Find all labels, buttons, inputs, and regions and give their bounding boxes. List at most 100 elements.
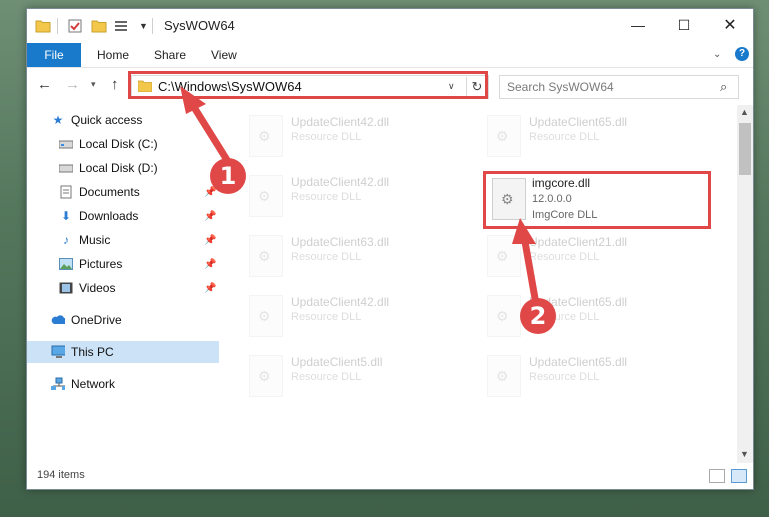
sidebar-item-documents[interactable]: Documents 📌	[27, 181, 219, 203]
sidebar-item-pictures[interactable]: Pictures 📌	[27, 253, 219, 275]
tab-view[interactable]: View	[199, 43, 249, 67]
folder-icon[interactable]	[35, 18, 51, 34]
file-description: Resource DLL	[291, 371, 362, 383]
file-name: UpdateClient42.dll	[291, 175, 390, 189]
minimize-button[interactable]: —	[615, 9, 661, 41]
sidebar-item-label: Downloads	[79, 209, 139, 223]
pin-icon[interactable]: 📌	[204, 283, 216, 294]
videos-icon	[59, 281, 73, 295]
sidebar-item-label: Pictures	[79, 257, 123, 271]
file-name: UpdateClient63.dll	[291, 235, 390, 249]
file-description: Resource DLL	[529, 131, 600, 143]
scroll-down-icon[interactable]: ▼	[740, 449, 749, 459]
customize-toolbar-icon[interactable]	[113, 18, 129, 34]
address-highlight-box	[128, 71, 488, 99]
status-bar: 194 items	[27, 463, 753, 489]
window-title: SysWOW64	[164, 18, 235, 33]
dll-file-icon	[249, 175, 283, 217]
dll-file-icon	[249, 235, 283, 277]
cloud-icon	[51, 313, 65, 327]
documents-icon	[59, 185, 73, 199]
file-description: ImgCore DLL	[532, 209, 598, 221]
sidebar-item-label: Local Disk (D:)	[79, 161, 158, 175]
file-tile[interactable]: UpdateClient42.dll Resource DLL	[249, 111, 479, 163]
step-2-marker: 2	[520, 298, 556, 334]
vertical-scrollbar[interactable]: ▲ ▼	[737, 105, 753, 463]
computer-icon	[51, 345, 65, 359]
recent-locations-icon[interactable]: ▾	[91, 79, 96, 90]
file-tile[interactable]: UpdateClient5.dll Resource DLL	[249, 351, 479, 403]
dll-file-icon	[487, 115, 521, 157]
ribbon-tabs: File Home Share View ⌄ ?	[27, 43, 753, 68]
large-icons-view-icon[interactable]	[731, 469, 747, 483]
dll-file-icon	[249, 355, 283, 397]
pictures-icon	[59, 257, 73, 271]
sidebar-item-local-disk-d[interactable]: Local Disk (D:)	[27, 157, 219, 179]
tab-home[interactable]: Home	[85, 43, 141, 67]
sidebar-item-label: Local Disk (C:)	[79, 137, 158, 151]
sidebar-item-label: This PC	[71, 345, 114, 359]
sidebar-item-videos[interactable]: Videos 📌	[27, 277, 219, 299]
sidebar-item-local-disk-c[interactable]: Local Disk (C:)	[27, 133, 219, 155]
step-1-marker: 1	[210, 158, 246, 194]
pin-icon[interactable]: 📌	[204, 211, 216, 222]
file-name: UpdateClient21.dll	[529, 235, 628, 249]
star-icon: ★	[52, 113, 64, 127]
search-icon[interactable]: ⌕	[720, 79, 727, 95]
sidebar-item-music[interactable]: ♪ Music 📌	[27, 229, 219, 251]
search-box[interactable]: Search SysWOW64 ⌕	[499, 75, 739, 99]
file-tile[interactable]: UpdateClient65.dll Resource DLL	[487, 351, 717, 403]
file-name: UpdateClient65.dll	[529, 355, 628, 369]
music-icon: ♪	[63, 233, 69, 247]
dll-file-icon	[249, 295, 283, 337]
divider	[152, 18, 153, 34]
sidebar-item-label: Network	[71, 377, 116, 391]
sidebar-item-quick-access[interactable]: ★ Quick access	[27, 109, 219, 131]
new-folder-icon[interactable]	[91, 18, 107, 34]
details-view-icon[interactable]	[709, 469, 725, 483]
file-tile-imgcore[interactable]: imgcore.dll 12.0.0.0 ImgCore DLL	[483, 171, 711, 229]
file-name: UpdateClient65.dll	[529, 115, 628, 129]
dll-file-icon	[487, 355, 521, 397]
back-arrow-icon[interactable]: ←	[37, 76, 52, 93]
file-description: Resource DLL	[291, 251, 362, 263]
divider	[57, 18, 58, 34]
properties-icon[interactable]	[67, 18, 83, 34]
search-input[interactable]: Search SysWOW64	[507, 80, 614, 94]
scroll-up-icon[interactable]: ▲	[740, 107, 749, 117]
drive-icon	[59, 137, 73, 151]
pin-icon[interactable]: 📌	[204, 235, 216, 246]
file-tile[interactable]: UpdateClient21.dll Resource DLL	[487, 231, 717, 283]
sidebar-item-onedrive[interactable]: OneDrive	[27, 309, 219, 331]
file-explorer-window: ▼ SysWOW64 — ☐ ✕ File Home Share View ⌄ …	[26, 8, 754, 490]
maximize-button[interactable]: ☐	[661, 9, 707, 41]
sidebar-item-downloads[interactable]: ⬇ Downloads 📌	[27, 205, 219, 227]
file-description: Resource DLL	[529, 251, 600, 263]
file-tile[interactable]: UpdateClient63.dll Resource DLL	[249, 231, 479, 283]
navigation-pane: ★ Quick access Local Disk (C:) Local Dis…	[27, 105, 219, 463]
drive-icon	[59, 161, 73, 175]
forward-arrow-icon[interactable]: →	[65, 76, 80, 93]
sidebar-item-label: OneDrive	[71, 313, 122, 327]
tab-file[interactable]: File	[27, 43, 81, 67]
file-description: Resource DLL	[291, 131, 362, 143]
pin-icon[interactable]: 📌	[204, 259, 216, 270]
scrollbar-thumb[interactable]	[739, 123, 751, 175]
file-tile[interactable]: UpdateClient42.dll Resource DLL	[249, 291, 479, 343]
close-button[interactable]: ✕	[707, 9, 753, 41]
sidebar-item-network[interactable]: Network	[27, 373, 219, 395]
up-arrow-icon[interactable]: ↑	[111, 76, 119, 93]
file-tile[interactable]: UpdateClient65.dll Resource DLL	[487, 111, 717, 163]
file-list: UpdateClient42.dll Resource DLL UpdateCl…	[219, 105, 737, 463]
sidebar-item-this-pc[interactable]: This PC	[27, 341, 219, 363]
tab-share[interactable]: Share	[142, 43, 198, 67]
file-version: 12.0.0.0	[532, 193, 572, 205]
file-description: Resource DLL	[529, 371, 600, 383]
file-name: UpdateClient42.dll	[291, 115, 390, 129]
expand-ribbon-icon[interactable]: ⌄	[713, 49, 721, 60]
file-tile[interactable]: UpdateClient42.dll Resource DLL	[249, 171, 479, 223]
file-name: UpdateClient42.dll	[291, 295, 390, 309]
dll-file-icon	[492, 178, 526, 220]
file-name: UpdateClient5.dll	[291, 355, 383, 369]
help-icon[interactable]: ?	[735, 47, 749, 61]
